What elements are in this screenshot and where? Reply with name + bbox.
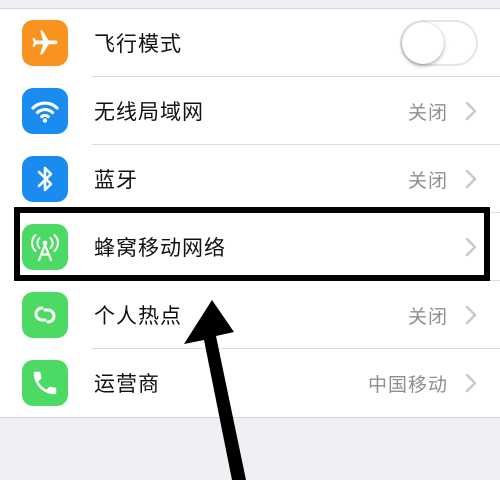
bluetooth-icon (22, 156, 68, 202)
settings-row-value: 关闭 (407, 305, 448, 328)
chevron-right-icon (465, 101, 477, 121)
wifi-icon (22, 88, 68, 134)
settings-row-value: 中国移动 (367, 373, 448, 396)
settings-group: 飞行模式 无线局域网 关闭 蓝牙 关闭 蜂窝移动网络 个人热点 关闭 运营商 中… (0, 9, 500, 418)
settings-row-value: 关闭 (407, 101, 448, 124)
settings-screen: 飞行模式 无线局域网 关闭 蓝牙 关闭 蜂窝移动网络 个人热点 关闭 运营商 中… (0, 0, 500, 480)
toggle-knob (402, 22, 444, 64)
chevron-right-icon (465, 169, 477, 189)
settings-row-label: 运营商 (94, 372, 160, 396)
chevron-right-icon (465, 373, 477, 393)
settings-row-wlan[interactable]: 无线局域网 关闭 (0, 77, 500, 145)
settings-row-label: 个人热点 (94, 304, 182, 328)
chevron-right-icon (465, 305, 477, 325)
settings-row-cellular[interactable]: 蜂窝移动网络 (0, 213, 500, 281)
cellular-antenna-icon (22, 224, 68, 270)
airplane-icon (22, 20, 68, 66)
settings-row-label: 蜂窝移动网络 (94, 236, 226, 260)
settings-row-airplane-mode[interactable]: 飞行模式 (0, 9, 500, 77)
settings-row-label: 飞行模式 (94, 32, 182, 56)
settings-row-bluetooth[interactable]: 蓝牙 关闭 (0, 145, 500, 213)
personal-hotspot-icon (22, 292, 68, 338)
airplane-mode-toggle[interactable] (400, 20, 478, 66)
settings-row-label: 无线局域网 (94, 100, 204, 124)
settings-row-value: 关闭 (407, 169, 448, 192)
phone-icon (22, 360, 68, 406)
settings-row-label: 蓝牙 (94, 168, 138, 192)
top-spacer (0, 0, 500, 9)
settings-row-carrier[interactable]: 运营商 中国移动 (0, 349, 500, 417)
settings-row-personal-hotspot[interactable]: 个人热点 关闭 (0, 281, 500, 349)
chevron-right-icon (465, 237, 477, 257)
